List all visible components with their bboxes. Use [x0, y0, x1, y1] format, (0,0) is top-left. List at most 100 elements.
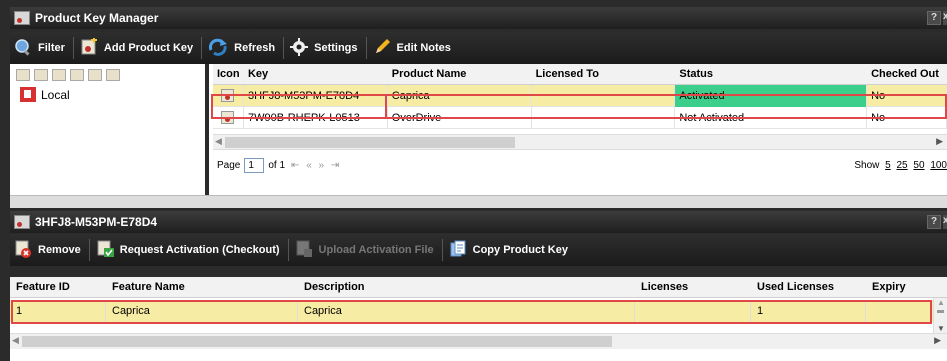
column-header-status[interactable]: Status — [675, 68, 867, 80]
product-key-icon — [221, 88, 234, 102]
key-cell: 7W90B-RHEPK-L0513 — [244, 106, 388, 129]
add-product-key-button[interactable]: Add Product Key — [76, 35, 199, 61]
licenses-cell — [635, 300, 751, 322]
copy-product-key-label: Copy Product Key — [472, 244, 568, 256]
column-header-used-licenses[interactable]: Used Licenses — [751, 281, 866, 293]
feature-name-cell: Caprica — [106, 300, 298, 322]
filter-label: Filter — [38, 42, 65, 54]
product-key-icon — [14, 215, 30, 229]
scroll-thumb[interactable] — [937, 310, 944, 313]
remove-key-icon — [14, 240, 32, 261]
vertical-scrollbar[interactable]: ▲ ▼ — [933, 298, 947, 333]
scroll-right-icon[interactable]: ▶ — [936, 136, 943, 147]
refresh-button[interactable]: Refresh — [204, 35, 281, 61]
page-number-input[interactable] — [244, 157, 265, 173]
table-row[interactable]: 3HFJ8-M53PM-E78D4 Caprica Activated No — [213, 84, 947, 107]
detail-toolbar: Remove Request Activation (Checkout) Upl… — [10, 234, 947, 266]
horizontal-scrollbar[interactable]: ◀ ▶ — [213, 134, 947, 150]
request-activation-button[interactable]: Request Activation (Checkout) — [92, 237, 286, 263]
scroll-right-icon[interactable]: ▶ — [934, 335, 941, 346]
column-header-key[interactable]: Key — [244, 68, 388, 80]
page-label: Page — [217, 159, 241, 171]
grid-header: Icon Key Product Name Licensed To Status… — [213, 64, 947, 85]
page-count: of 1 — [268, 159, 286, 171]
checked-out-cell: No — [867, 84, 947, 107]
scroll-down-icon[interactable]: ▼ — [937, 324, 945, 333]
filter-button[interactable]: Filter — [10, 35, 71, 61]
licensed-to-cell — [532, 84, 676, 107]
toolbar-divider — [88, 239, 90, 261]
export-icon[interactable] — [88, 69, 102, 81]
column-header-description[interactable]: Description — [298, 281, 635, 293]
upload-activation-button[interactable]: Upload Activation File — [291, 237, 440, 263]
row-icon-cell — [213, 84, 244, 107]
used-licenses-cell: 1 — [751, 300, 866, 322]
upload-icon — [295, 240, 313, 261]
column-header-feature-name[interactable]: Feature Name — [106, 281, 298, 293]
local-store-icon — [20, 87, 36, 102]
page-size-50[interactable]: 50 — [913, 160, 924, 171]
table-row[interactable]: 1 Caprica Caprica 1 — [10, 300, 947, 322]
description-cell: Caprica — [298, 300, 635, 322]
column-header-licensed-to[interactable]: Licensed To — [532, 68, 676, 80]
refresh-label: Refresh — [234, 42, 276, 54]
remove-button[interactable]: Remove — [10, 237, 87, 263]
toolbar-divider — [72, 37, 74, 59]
toolbar-divider — [287, 239, 289, 261]
horizontal-scrollbar[interactable]: ◀ ▶ — [10, 333, 947, 349]
detail-title-bar: 3HFJ8-M53PM-E78D4 ? x — [10, 211, 947, 233]
close-button[interactable]: x — [943, 215, 947, 229]
column-header-product-name[interactable]: Product Name — [388, 68, 532, 80]
delete-folder-icon[interactable] — [52, 69, 66, 81]
location-tree: Local — [10, 64, 209, 195]
column-header-licenses[interactable]: Licenses — [635, 281, 751, 293]
pager: Page of 1 ⇤ « » ⇥ Show 5 25 50 100 — [213, 150, 947, 180]
copy-product-key-button[interactable]: Copy Product Key — [445, 237, 574, 263]
product-key-icon — [14, 11, 30, 25]
page-size-selector: Show 5 25 50 100 — [854, 160, 947, 171]
column-header-icon[interactable]: Icon — [213, 68, 244, 80]
scroll-thumb[interactable] — [22, 336, 612, 347]
checked-out-cell: No — [867, 106, 947, 129]
key-cell: 3HFJ8-M53PM-E78D4 — [244, 84, 388, 107]
gear-icon — [290, 37, 309, 59]
settings-button[interactable]: Settings — [286, 35, 363, 61]
show-label: Show — [854, 159, 880, 171]
page-size-25[interactable]: 25 — [897, 160, 908, 171]
row-icon-cell — [213, 106, 244, 129]
column-header-expiry[interactable]: Expiry — [866, 281, 936, 293]
help-button[interactable]: ? — [927, 11, 941, 25]
tree-item-local[interactable]: Local — [10, 87, 205, 102]
toolbar-divider — [201, 37, 203, 59]
checkout-icon — [96, 240, 114, 261]
edit-notes-button[interactable]: Edit Notes — [369, 35, 457, 61]
detail-title: 3HFJ8-M53PM-E78D4 — [35, 215, 158, 229]
edit-folder-icon[interactable] — [34, 69, 48, 81]
main-toolbar: Filter Add Product Key Refresh Settings … — [10, 32, 947, 64]
new-folder-icon[interactable] — [16, 69, 30, 81]
scroll-thumb[interactable] — [225, 137, 515, 148]
table-row[interactable]: 7W90B-RHEPK-L0513 OverDrive Not Activate… — [213, 106, 947, 129]
panel-splitter[interactable] — [10, 195, 947, 208]
toolbar-divider — [441, 239, 443, 261]
copy-icon — [449, 240, 467, 261]
key-list-area: Local Icon Key Product Name Licensed To … — [10, 64, 947, 195]
column-header-checked-out[interactable]: Checked Out — [867, 68, 947, 80]
page-size-5[interactable]: 5 — [885, 160, 891, 171]
scroll-left-icon[interactable]: ◀ — [12, 335, 19, 346]
move-icon[interactable] — [106, 69, 120, 81]
column-header-feature-id[interactable]: Feature ID — [10, 281, 106, 293]
app-title: Product Key Manager — [35, 11, 159, 25]
import-icon[interactable] — [70, 69, 84, 81]
pager-nav-buttons[interactable]: ⇤ « » ⇥ — [291, 160, 341, 171]
close-button[interactable]: x — [943, 11, 947, 25]
tree-item-label: Local — [41, 87, 70, 102]
refresh-icon — [208, 38, 228, 59]
help-button[interactable]: ? — [927, 215, 941, 229]
scroll-up-icon[interactable]: ▲ — [937, 298, 945, 307]
edit-notes-label: Edit Notes — [396, 42, 451, 54]
feature-grid: Feature ID Feature Name Description Lice… — [10, 277, 947, 361]
page-size-100[interactable]: 100 — [930, 160, 947, 171]
add-product-key-label: Add Product Key — [103, 42, 194, 54]
scroll-left-icon[interactable]: ◀ — [215, 136, 222, 147]
